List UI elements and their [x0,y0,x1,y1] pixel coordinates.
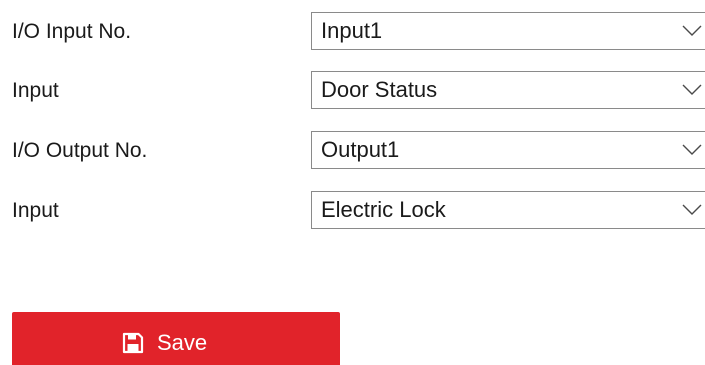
floppy-disk-icon [122,332,144,354]
save-button-content: Save [121,328,207,358]
form-row-output-type: Input Electric Lock [0,191,705,231]
form-row-input: Input Door Status [0,71,705,111]
io-output-no-value: Output1 [321,137,400,162]
output-type-value: Electric Lock [321,197,446,222]
form-row-io-input-no: I/O Input No. Input1 [0,12,705,52]
output-type-label: Input [12,199,59,222]
chevron-down-icon [682,84,702,95]
output-type-select[interactable]: Electric Lock [311,191,705,229]
io-input-no-select[interactable]: Input1 [311,12,705,50]
input-label: Input [12,79,59,102]
save-button[interactable]: Save [12,312,340,365]
input-value: Door Status [321,77,438,102]
input-select[interactable]: Door Status [311,71,705,109]
chevron-down-icon [682,25,702,36]
chevron-down-icon [682,204,702,215]
save-button-label: Save [157,330,208,355]
io-input-no-label: I/O Input No. [12,20,132,43]
io-output-no-label: I/O Output No. [12,139,148,162]
form-row-io-output-no: I/O Output No. Output1 [0,131,705,171]
io-output-no-select[interactable]: Output1 [311,131,705,169]
io-input-no-value: Input1 [321,18,383,43]
chevron-down-icon [682,144,702,155]
